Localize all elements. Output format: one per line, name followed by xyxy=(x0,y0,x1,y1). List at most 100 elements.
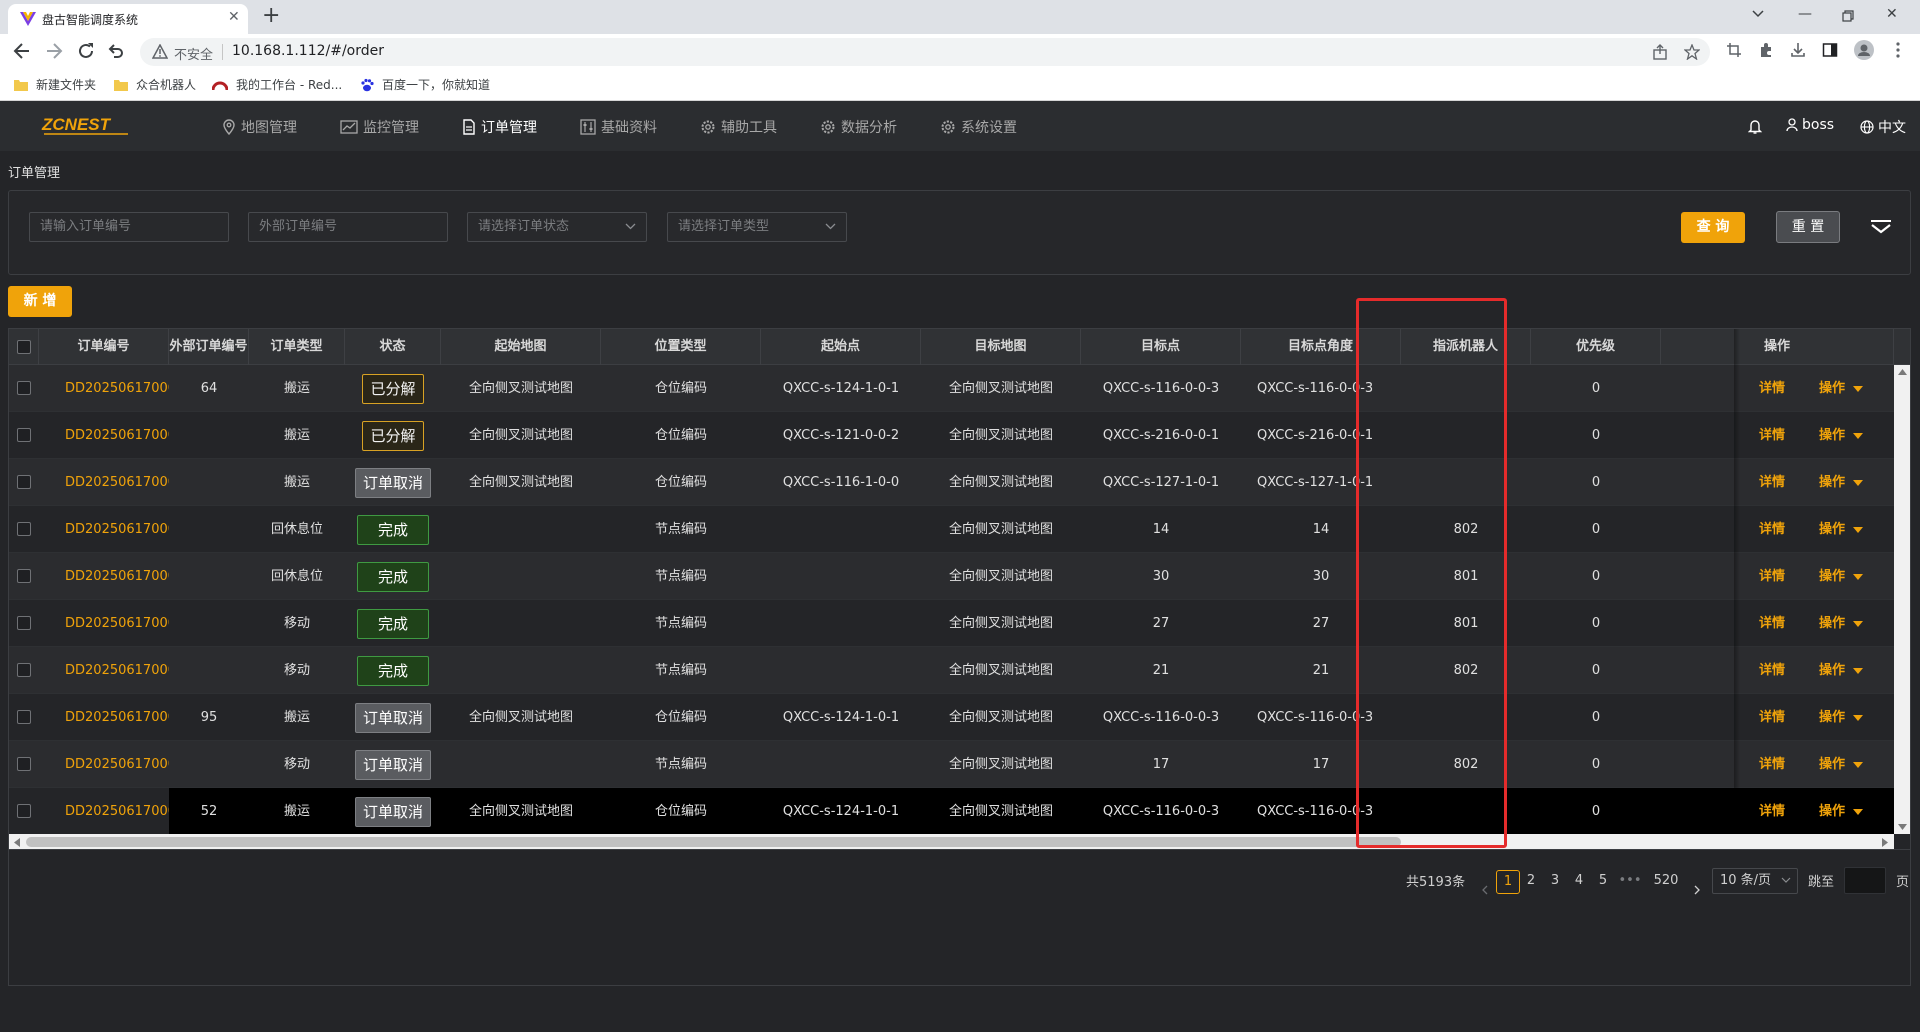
table-row[interactable]: DD20250617000078 搬运 已分解 全向侧叉测试地图 仓位编码 QXCC-s-… xyxy=(9,412,1894,459)
horizontal-scroll-thumb[interactable] xyxy=(26,837,1401,847)
bell-icon[interactable] xyxy=(1748,118,1762,134)
action-dropdown[interactable]: 操作 xyxy=(1819,553,1864,600)
bookmark-item[interactable]: 百度一下，你就知道 xyxy=(360,76,490,93)
page-number-button[interactable]: 2 xyxy=(1522,870,1540,894)
action-dropdown[interactable]: 操作 xyxy=(1819,788,1864,835)
jump-page-input[interactable] xyxy=(1844,867,1886,894)
menu-auxiliary-tools[interactable]: 辅助工具 xyxy=(700,117,777,137)
reset-button[interactable]: 重 置 xyxy=(1776,211,1840,243)
order-number-link[interactable]: DD20250617000070 xyxy=(9,788,169,835)
detail-link[interactable]: 详情 xyxy=(1759,600,1785,647)
close-tab-icon[interactable]: ✕ xyxy=(228,9,240,25)
action-dropdown[interactable]: 操作 xyxy=(1819,459,1864,506)
download-icon[interactable] xyxy=(1790,42,1806,58)
table-row[interactable]: DD20250617000076回休息位完成节点编码全向侧叉测试地图141480… xyxy=(9,506,1894,553)
detail-link[interactable]: 详情 xyxy=(1759,741,1785,788)
detail-link[interactable]: 详情 xyxy=(1759,553,1785,600)
table-row[interactable]: DD20250617000075回休息位完成节点编码全向侧叉测试地图303080… xyxy=(9,553,1894,600)
prev-page-icon[interactable] xyxy=(1482,878,1488,902)
order-number-link[interactable]: DD20250617000079 xyxy=(9,365,169,412)
order-number-link[interactable]: DD20250617000076 xyxy=(9,506,169,553)
detail-link[interactable]: 详情 xyxy=(1759,647,1785,694)
menu-data-analysis[interactable]: 数据分析 xyxy=(820,117,897,137)
share-icon[interactable] xyxy=(1652,44,1668,60)
order-number-link[interactable]: DD20250617000078 xyxy=(9,412,169,459)
order-number-input[interactable]: 请输入订单编号 xyxy=(29,212,229,242)
url-text[interactable]: 10.168.1.112/#/order xyxy=(232,43,384,59)
vertical-scrollbar[interactable] xyxy=(1894,365,1910,834)
order-number-link[interactable]: DD20250617000075 xyxy=(9,553,169,600)
detail-link[interactable]: 详情 xyxy=(1759,788,1785,835)
detail-link[interactable]: 详情 xyxy=(1759,459,1785,506)
select-all-checkbox[interactable] xyxy=(17,340,31,354)
browser-menu-icon[interactable] xyxy=(1896,42,1900,58)
order-number-link[interactable]: DD20250617000074 xyxy=(9,600,169,647)
page-number-button[interactable]: 1 xyxy=(1496,870,1520,894)
scroll-right-arrow-icon[interactable] xyxy=(1882,838,1888,847)
crop-icon[interactable] xyxy=(1726,42,1742,58)
detail-link[interactable]: 详情 xyxy=(1759,506,1785,553)
next-page-icon[interactable] xyxy=(1694,878,1700,902)
scroll-left-arrow-icon[interactable] xyxy=(14,838,20,847)
close-window-icon[interactable]: ✕ xyxy=(1886,6,1898,22)
bookmark-item[interactable]: 众合机器人 xyxy=(114,76,196,93)
table-row[interactable]: DD20250617000074移动完成节点编码全向侧叉测试地图27278010… xyxy=(9,600,1894,647)
add-button[interactable]: 新 增 xyxy=(8,286,72,317)
menu-monitor-management[interactable]: 监控管理 xyxy=(340,117,419,137)
action-dropdown[interactable]: 操作 xyxy=(1819,506,1864,553)
page-size-select[interactable]: 10 条/页 xyxy=(1712,868,1798,894)
action-dropdown[interactable]: 操作 xyxy=(1819,694,1864,741)
detail-link[interactable]: 详情 xyxy=(1759,365,1785,412)
order-number-link[interactable]: DD20250617000072 xyxy=(9,694,169,741)
collapse-filter-icon[interactable] xyxy=(1870,219,1892,235)
scroll-down-arrow-icon[interactable] xyxy=(1898,824,1907,830)
table-row[interactable]: DD20250617000072 95 搬运 订单取消 全向侧叉测试地图 仓位编码 QXCC… xyxy=(9,694,1894,741)
extensions-icon[interactable] xyxy=(1758,42,1774,58)
table-row[interactable]: DD20250617000079 64 搬运 已分解 全向侧叉测试地图 仓位编码 QXCC-… xyxy=(9,365,1894,412)
new-tab-icon[interactable]: + xyxy=(262,3,280,28)
order-number-link[interactable]: DD20250617000077 xyxy=(9,459,169,506)
back-icon[interactable] xyxy=(12,41,32,61)
side-panel-icon[interactable] xyxy=(1822,42,1838,58)
address-bar[interactable]: 不安全 10.168.1.112/#/order xyxy=(140,38,1710,66)
action-dropdown[interactable]: 操作 xyxy=(1819,365,1864,412)
bookmark-star-icon[interactable] xyxy=(1684,44,1700,60)
menu-map-management[interactable]: 地图管理 xyxy=(222,117,297,137)
language-switch[interactable]: 中文 xyxy=(1860,117,1906,137)
pagination-ellipsis[interactable]: ••• xyxy=(1618,870,1642,894)
forward-icon[interactable] xyxy=(44,41,64,61)
horizontal-scrollbar[interactable] xyxy=(9,834,1894,849)
bookmark-item[interactable]: 新建文件夹 xyxy=(14,76,96,93)
restore-icon[interactable] xyxy=(1842,10,1854,22)
menu-basic-data[interactable]: 基础资料 xyxy=(580,117,657,137)
table-row[interactable]: DD20250617000070 52 搬运 订单取消 全向侧叉测试地图 仓位编码 QXCC… xyxy=(9,788,1894,835)
browser-tab[interactable]: 盘古智能调度系统 ✕ xyxy=(8,4,248,34)
profile-avatar-icon[interactable] xyxy=(1854,40,1874,60)
page-number-button[interactable]: 5 xyxy=(1594,870,1612,894)
action-dropdown[interactable]: 操作 xyxy=(1819,741,1864,788)
tab-search-icon[interactable] xyxy=(1752,10,1764,18)
page-number-button[interactable]: 520 xyxy=(1650,870,1682,894)
external-order-number-input[interactable]: 外部订单编号 xyxy=(248,212,448,242)
action-dropdown[interactable]: 操作 xyxy=(1819,647,1864,694)
user-menu[interactable]: boss xyxy=(1786,117,1834,133)
table-row[interactable]: DD20250617000077 搬运 订单取消 全向侧叉测试地图 仓位编码 QXCC-s… xyxy=(9,459,1894,506)
reload-icon[interactable] xyxy=(76,41,96,61)
order-status-select[interactable]: 请选择订单状态 xyxy=(467,212,647,242)
zcnest-logo[interactable]: ZCNEST xyxy=(40,113,132,139)
detail-link[interactable]: 详情 xyxy=(1759,412,1785,459)
query-button[interactable]: 查 询 xyxy=(1681,212,1745,243)
order-number-link[interactable]: DD20250617000071 xyxy=(9,741,169,788)
table-row[interactable]: DD20250617000071移动订单取消节点编码全向侧叉测试地图171780… xyxy=(9,741,1894,788)
order-number-link[interactable]: DD20250617000073 xyxy=(9,647,169,694)
menu-order-management[interactable]: 订单管理 xyxy=(462,117,537,137)
undo-icon[interactable] xyxy=(106,41,126,61)
page-number-button[interactable]: 3 xyxy=(1546,870,1564,894)
bookmark-item[interactable]: 我的工作台 - Red... xyxy=(212,76,342,93)
action-dropdown[interactable]: 操作 xyxy=(1819,600,1864,647)
menu-system-settings[interactable]: 系统设置 xyxy=(940,117,1017,137)
minimize-icon[interactable]: — xyxy=(1798,6,1812,22)
detail-link[interactable]: 详情 xyxy=(1759,694,1785,741)
page-number-button[interactable]: 4 xyxy=(1570,870,1588,894)
table-row[interactable]: DD20250617000073移动完成节点编码全向侧叉测试地图21218020… xyxy=(9,647,1894,694)
